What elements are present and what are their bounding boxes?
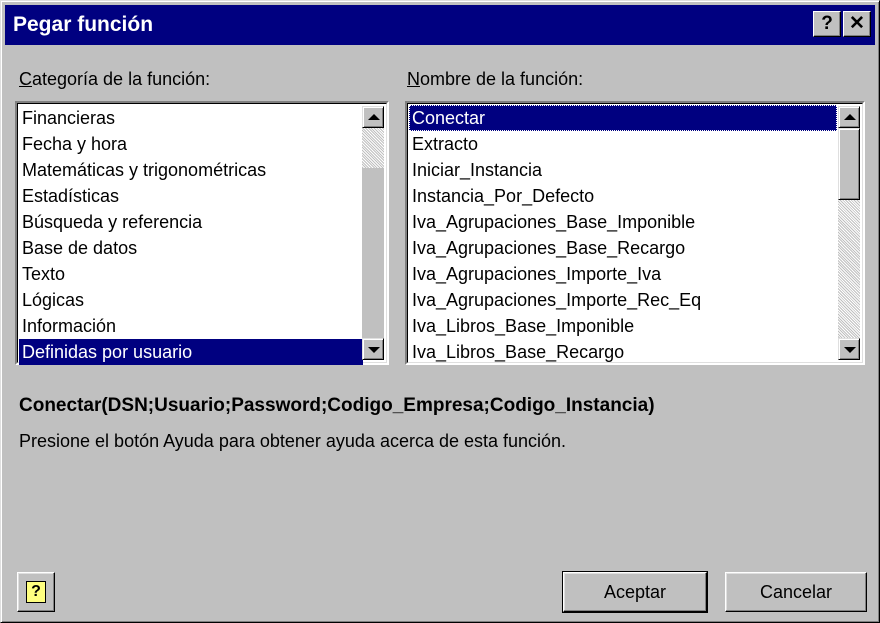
function-description: Presione el botón Ayuda para obtener ayu… <box>19 431 567 451</box>
category-list-item[interactable]: Fecha y hora <box>19 131 363 157</box>
function-list: Conectar Extracto Iniciar_Instancia Instanc… <box>409 105 837 365</box>
arrow-up-icon <box>368 114 380 120</box>
function-list-item[interactable]: Iva_Agrupaciones_Base_Imponible <box>409 209 837 235</box>
category-scroll-down-button[interactable] <box>362 338 384 360</box>
arrow-down-icon <box>844 347 856 353</box>
window-title: Pegar función <box>13 13 154 36</box>
office-assistant-help-button[interactable]: ? <box>17 572 55 612</box>
category-listbox[interactable]: Financieras Fecha y hora Matemáticas y tri… <box>15 101 389 365</box>
cancel-button[interactable]: Cancelar <box>725 572 867 612</box>
ok-button[interactable]: Aceptar <box>562 571 708 613</box>
arrow-down-icon <box>368 347 380 353</box>
help-question-icon: ? <box>26 581 46 603</box>
category-list-item[interactable]: Lógicas <box>19 287 363 313</box>
category-list-item[interactable]: Información <box>19 313 363 339</box>
category-scrollbar[interactable] <box>362 106 384 360</box>
arrow-up-icon <box>844 114 856 120</box>
function-list-item[interactable]: Extracto <box>409 131 837 157</box>
function-list-item[interactable]: Iniciar_Instancia <box>409 157 837 183</box>
category-list-item[interactable]: Estadísticas <box>19 183 363 209</box>
function-scroll-thumb[interactable] <box>838 128 860 200</box>
category-list-item[interactable]: Financieras <box>19 105 363 131</box>
function-list-item[interactable]: Instancia_Por_Defecto <box>409 183 837 209</box>
function-scrollbar[interactable] <box>838 106 860 360</box>
category-scroll-up-button[interactable] <box>362 106 384 128</box>
function-list-item[interactable]: Iva_Agrupaciones_Importe_Iva <box>409 261 837 287</box>
function-label: Nombre de la función: <box>407 69 584 89</box>
function-scroll-down-button[interactable] <box>838 338 860 360</box>
pegar-funcion-dialog: Pegar función ? ✕ Categoría de la funció… <box>0 0 880 623</box>
function-list-item[interactable]: Iva_Libros_Base_Recargo <box>409 339 837 365</box>
title-bar[interactable]: Pegar función ? ✕ <box>5 5 875 45</box>
category-list-item[interactable]: Búsqueda y referencia <box>19 209 363 235</box>
function-list-item[interactable]: Iva_Agrupaciones_Base_Recargo <box>409 235 837 261</box>
function-scroll-up-button[interactable] <box>838 106 860 128</box>
function-list-item[interactable]: Conectar <box>409 105 837 131</box>
close-button[interactable]: ✕ <box>843 11 871 37</box>
function-list-item[interactable]: Iva_Agrupaciones_Importe_Rec_Eq <box>409 287 837 313</box>
context-help-button[interactable]: ? <box>813 11 841 37</box>
category-label: Categoría de la función: <box>19 69 211 89</box>
category-list-item[interactable]: Definidas por usuario <box>19 339 363 365</box>
category-scroll-track[interactable] <box>362 168 384 338</box>
category-list-item[interactable]: Texto <box>19 261 363 287</box>
function-list-item[interactable]: Iva_Libros_Base_Imponible <box>409 313 837 339</box>
category-list-item[interactable]: Base de datos <box>19 235 363 261</box>
function-listbox[interactable]: Conectar Extracto Iniciar_Instancia Instanc… <box>405 101 865 365</box>
function-syntax: Conectar(DSN;Usuario;Password;Codigo_Emp… <box>19 395 655 416</box>
category-list-item[interactable]: Matemáticas y trigonométricas <box>19 157 363 183</box>
category-list: Financieras Fecha y hora Matemáticas y tri… <box>19 105 363 365</box>
